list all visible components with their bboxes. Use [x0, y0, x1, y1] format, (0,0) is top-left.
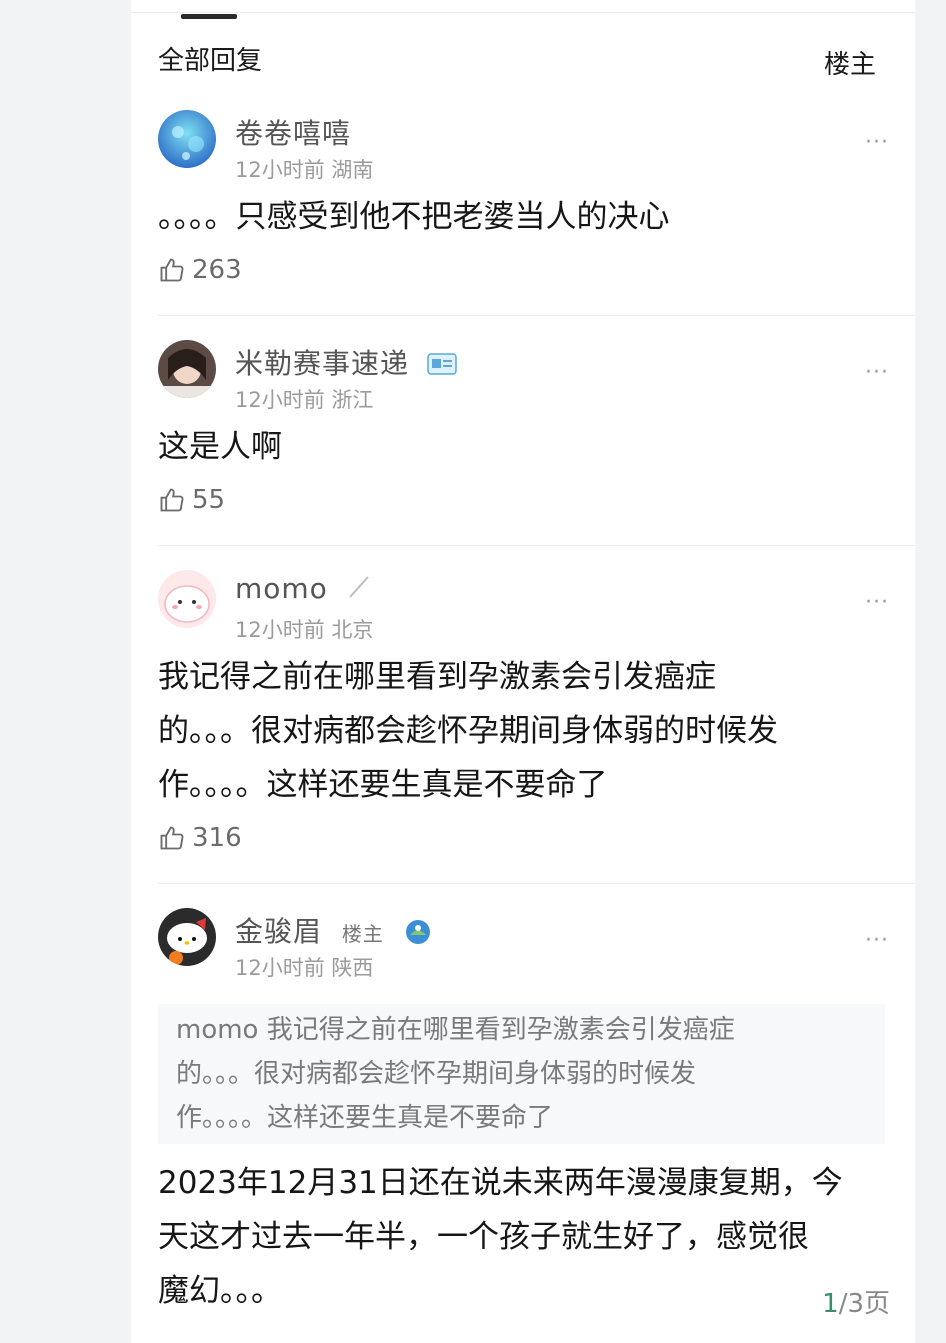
comment-location: 浙江 [331, 388, 374, 412]
comment-meta: 12小时前 浙江 [235, 384, 373, 414]
comment-meta: 12小时前 湖南 [235, 154, 373, 184]
like-count: 55 [192, 485, 226, 515]
avatar[interactable] [158, 570, 216, 628]
more-options-icon[interactable]: ··· [865, 590, 889, 615]
comment-time: 12小时前 [235, 388, 325, 412]
total-pages: /3页 [838, 1289, 890, 1319]
quoted-reply[interactable]: momo 我记得之前在哪里看到孕激素会引发癌症 的。。。很对病都会趁怀孕期间身体… [158, 1004, 885, 1144]
verified-badge-icon [427, 353, 457, 375]
thumbs-up-icon [160, 488, 184, 512]
comment-location: 陕西 [331, 956, 374, 980]
thumbs-up-icon [160, 826, 184, 850]
all-replies-title: 全部回复 [158, 46, 263, 76]
comment-text-line: 2023年12月31日还在说未来两年漫漫康复期，今 [158, 1165, 843, 1201]
user-name[interactable]: 卷卷嘻嘻 [235, 112, 351, 152]
user-name-label[interactable]: momo [235, 572, 328, 605]
comment-divider [158, 883, 915, 884]
comment-text-line: 我记得之前在哪里看到孕激素会引发癌症 [158, 659, 716, 695]
like-count: 263 [192, 255, 242, 285]
comment-location: 湖南 [331, 158, 374, 182]
comment-text: 2023年12月31日还在说未来两年漫漫康复期，今 天这才过去一年半，一个孩子就… [158, 1156, 875, 1318]
comment-text: 我记得之前在哪里看到孕激素会引发癌症 的。。。很对病都会趁怀孕期间身体弱的时候发… [158, 650, 875, 812]
user-name: 米勒赛事速递 [235, 342, 457, 382]
like-count: 316 [192, 823, 242, 853]
comment-location: 北京 [331, 618, 374, 642]
comment-item: momo 12小时前 北京 ··· 我记得之前在哪里看到孕激素会引发癌症 的。。… [131, 560, 915, 884]
comment-text-line: 作。。。。这样还要生真是不要命了 [158, 767, 608, 803]
comment-text-line: 天这才过去一年半，一个孩子就生好了，感觉很 [158, 1219, 809, 1255]
current-page: 1 [822, 1289, 839, 1319]
like-button[interactable]: 316 [158, 823, 242, 853]
comment-item: 卷卷嘻嘻 12小时前 湖南 ··· 。。。。只感受到他不把老婆当人的决心 263 [131, 100, 915, 316]
thread-owner-badge: 楼主 [341, 922, 384, 946]
more-options-icon[interactable]: ··· [865, 360, 889, 385]
owner-only-filter-button[interactable]: 楼主 [824, 44, 876, 81]
comment-time: 12小时前 [235, 618, 325, 642]
user-name-label[interactable]: 金骏眉 [235, 915, 322, 948]
top-divider [131, 12, 915, 13]
active-tab-indicator [181, 14, 237, 19]
user-name: 金骏眉 楼主 [235, 910, 432, 950]
comment-text: 这是人啊 [158, 429, 282, 465]
like-button[interactable]: 55 [158, 485, 225, 515]
more-options-icon[interactable]: ··· [865, 130, 889, 155]
thumbs-up-icon [160, 258, 184, 282]
comment-time: 12小时前 [235, 158, 325, 182]
feather-pen-icon [348, 576, 369, 598]
user-name-label[interactable]: 米勒赛事速递 [235, 347, 409, 380]
avatar[interactable] [158, 908, 216, 966]
quote-line: 作。。。。这样还要生真是不要命了 [176, 1103, 554, 1133]
comment-item: 米勒赛事速递 12小时前 浙江 ··· 这是人啊 55 [131, 330, 915, 546]
page-indicator[interactable]: 1/3页 [822, 1283, 890, 1320]
level-badge-icon [405, 920, 430, 944]
comment-meta: 12小时前 陕西 [235, 952, 373, 982]
avatar[interactable] [158, 340, 216, 398]
comment-divider [158, 315, 915, 316]
comment-time: 12小时前 [235, 956, 325, 980]
avatar[interactable] [158, 110, 216, 168]
comment-divider [158, 545, 915, 546]
more-options-icon[interactable]: ··· [865, 928, 889, 953]
comment-text-line: 魔幻。。。 [158, 1273, 282, 1309]
comment-text-line: 的。。。很对病都会趁怀孕期间身体弱的时候发 [158, 713, 778, 749]
comment-item: 金骏眉 楼主 12小时前 陕西 ··· momo 我记得之前在哪里看到孕激素会引… [131, 898, 915, 1343]
quote-line: 的。。。很对病都会趁怀孕期间身体弱的时候发 [176, 1059, 697, 1089]
like-button[interactable]: 263 [158, 255, 242, 285]
quote-line: momo 我记得之前在哪里看到孕激素会引发癌症 [176, 1015, 735, 1045]
comment-text: 。。。。只感受到他不把老婆当人的决心 [158, 199, 670, 235]
comment-meta: 12小时前 北京 [235, 614, 373, 644]
user-name: momo [235, 572, 372, 605]
